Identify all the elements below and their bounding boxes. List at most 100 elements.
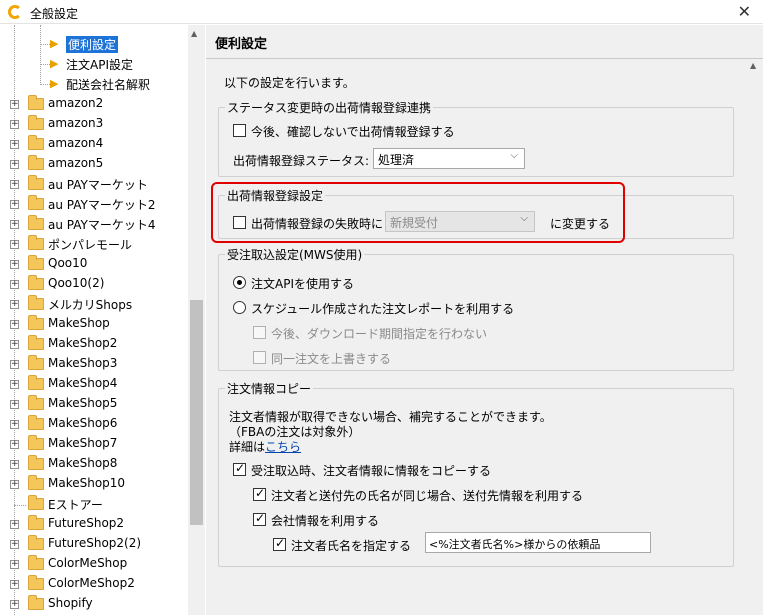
- folder-icon: [28, 215, 44, 230]
- tree-folder-label: MakeShop2: [48, 336, 118, 350]
- tree-folder-item[interactable]: + MakeShop7: [0, 435, 188, 455]
- tree-folder-item[interactable]: + amazon5: [0, 155, 188, 175]
- detail-link[interactable]: こちら: [265, 440, 301, 454]
- folder-icon: [28, 115, 44, 130]
- checkbox-label: 注文者氏名を指定する: [291, 539, 412, 553]
- order-import-group: 受注取込設定(MWS使用) 注文APIを使用する スケジュール作成された注文レポ…: [218, 246, 734, 371]
- overwrite-checkbox[interactable]: [253, 351, 266, 364]
- expand-icon[interactable]: +: [10, 120, 19, 129]
- tree-folder-item[interactable]: + MakeShop2: [0, 335, 188, 355]
- tree-folder-item[interactable]: + MakeShop3: [0, 355, 188, 375]
- folder-icon: [28, 455, 44, 470]
- checkbox-label: 今後、ダウンロード期間指定を行わない: [271, 327, 488, 341]
- expand-icon[interactable]: +: [10, 260, 19, 269]
- expand-icon[interactable]: +: [10, 520, 19, 529]
- tree-folder-item[interactable]: + MakeShop: [0, 315, 188, 335]
- status-select[interactable]: 処理済 ⌵: [373, 148, 525, 169]
- tree-guide-line: [14, 505, 26, 506]
- tree-folder-item[interactable]: + MakeShop4: [0, 375, 188, 395]
- tree-folder-label: MakeShop4: [48, 376, 118, 390]
- tree-folder-item[interactable]: + MakeShop6: [0, 415, 188, 435]
- folder-icon: [28, 555, 44, 570]
- tree-folder-item[interactable]: + amazon4: [0, 135, 188, 155]
- expand-icon[interactable]: +: [10, 220, 19, 229]
- tree-folder-label: ColorMeShop2: [48, 576, 135, 590]
- expand-icon[interactable]: +: [10, 240, 19, 249]
- tree-folder-item[interactable]: + ポンパレモール: [0, 235, 188, 255]
- expand-icon[interactable]: +: [10, 600, 19, 609]
- tree-folder-item[interactable]: + au PAYマーケット: [0, 175, 188, 195]
- tree-folder-label: メルカリShops: [48, 298, 133, 312]
- scroll-thumb[interactable]: [190, 300, 203, 525]
- tree-item-label: 便利設定: [66, 36, 119, 53]
- scroll-up-icon[interactable]: ▲: [191, 29, 197, 38]
- expand-icon[interactable]: +: [10, 280, 19, 289]
- tree-folder-item[interactable]: + amazon3: [0, 115, 188, 135]
- tree-folder-item[interactable]: + メルカリShops: [0, 295, 188, 315]
- expand-icon[interactable]: +: [10, 380, 19, 389]
- app-logo-icon: [8, 5, 22, 19]
- expand-icon[interactable]: +: [10, 580, 19, 589]
- use-recipient-checkbox[interactable]: [253, 486, 266, 501]
- tree-folder-item[interactable]: + Qoo10(2): [0, 275, 188, 295]
- tree-folder-item[interactable]: + FutureShop2: [0, 515, 188, 535]
- panel-scrollbar[interactable]: ▲: [746, 59, 763, 615]
- tree-folder-item[interactable]: + au PAYマーケット4: [0, 215, 188, 235]
- tree-item-benri[interactable]: ▶ 便利設定: [0, 35, 188, 55]
- expand-icon[interactable]: +: [10, 360, 19, 369]
- copy-on-import-checkbox[interactable]: [233, 461, 246, 476]
- expand-icon[interactable]: +: [10, 460, 19, 469]
- tree-scrollbar[interactable]: ▲: [188, 25, 205, 615]
- expand-icon[interactable]: +: [10, 340, 19, 349]
- expand-icon[interactable]: +: [10, 320, 19, 329]
- tree-folder-item[interactable]: + FutureShop2(2): [0, 535, 188, 555]
- skip-period-checkbox[interactable]: [253, 326, 266, 339]
- checkbox-label: 会社情報を利用する: [271, 514, 380, 528]
- tree-folder-item[interactable]: Eストアー: [0, 495, 188, 515]
- tree-folder-label: Qoo10(2): [48, 276, 105, 290]
- radio-label: 注文APIを使用する: [251, 277, 354, 291]
- scroll-up-icon[interactable]: ▲: [750, 61, 756, 70]
- tree-item-carrier[interactable]: ▶ 配送会社名解釈: [0, 75, 188, 95]
- tree-item-label: 注文API設定: [66, 58, 133, 72]
- tree-folder-label: MakeShop5: [48, 396, 118, 410]
- use-company-checkbox[interactable]: [253, 511, 266, 526]
- expand-icon[interactable]: +: [10, 100, 19, 109]
- specify-name-checkbox[interactable]: [273, 536, 286, 551]
- tree-folder-item[interactable]: + ColorMeShop: [0, 555, 188, 575]
- name-template-input[interactable]: <%注文者氏名%>様からの依頼品: [425, 532, 651, 553]
- tree-arrow-icon: ▶: [50, 57, 59, 70]
- expand-icon[interactable]: +: [10, 300, 19, 309]
- expand-icon[interactable]: +: [10, 400, 19, 409]
- tree-folder-item[interactable]: + au PAYマーケット2: [0, 195, 188, 215]
- tree-folder-label: MakeShop7: [48, 436, 118, 450]
- tree-folder-item[interactable]: + ColorMeShop2: [0, 575, 188, 595]
- checkbox-label: 注文者と送付先の氏名が同じ場合、送付先情報を利用する: [271, 489, 584, 503]
- tree-folder-item[interactable]: + MakeShop8: [0, 455, 188, 475]
- tree-folder-item[interactable]: + amazon2: [0, 95, 188, 115]
- tree-folder-label: Shopify: [48, 596, 93, 610]
- folder-icon: [28, 435, 44, 450]
- expand-icon[interactable]: +: [10, 140, 19, 149]
- expand-icon[interactable]: +: [10, 180, 19, 189]
- tree-folder-item[interactable]: + MakeShop10: [0, 475, 188, 495]
- expand-icon[interactable]: +: [10, 420, 19, 429]
- expand-icon[interactable]: +: [10, 160, 19, 169]
- tree-item-order-api[interactable]: ▶ 注文API設定: [0, 55, 188, 75]
- folder-icon: [28, 495, 44, 510]
- tree-folder-label: amazon2: [48, 96, 104, 110]
- expand-icon[interactable]: +: [10, 440, 19, 449]
- expand-icon[interactable]: +: [10, 540, 19, 549]
- detail-prefix: 詳細は: [229, 440, 266, 454]
- expand-icon[interactable]: +: [10, 560, 19, 569]
- order-api-radio[interactable]: [233, 276, 246, 289]
- tree-folder-item[interactable]: + MakeShop5: [0, 395, 188, 415]
- tree-folder-item[interactable]: + Shopify: [0, 595, 188, 615]
- confirm-skip-checkbox[interactable]: [233, 124, 246, 137]
- title-bar: 全般設定 ✕: [0, 0, 763, 24]
- expand-icon[interactable]: +: [10, 200, 19, 209]
- scheduled-report-radio[interactable]: [233, 301, 246, 314]
- expand-icon[interactable]: +: [10, 480, 19, 489]
- close-icon[interactable]: ✕: [738, 2, 751, 21]
- tree-folder-item[interactable]: + Qoo10: [0, 255, 188, 275]
